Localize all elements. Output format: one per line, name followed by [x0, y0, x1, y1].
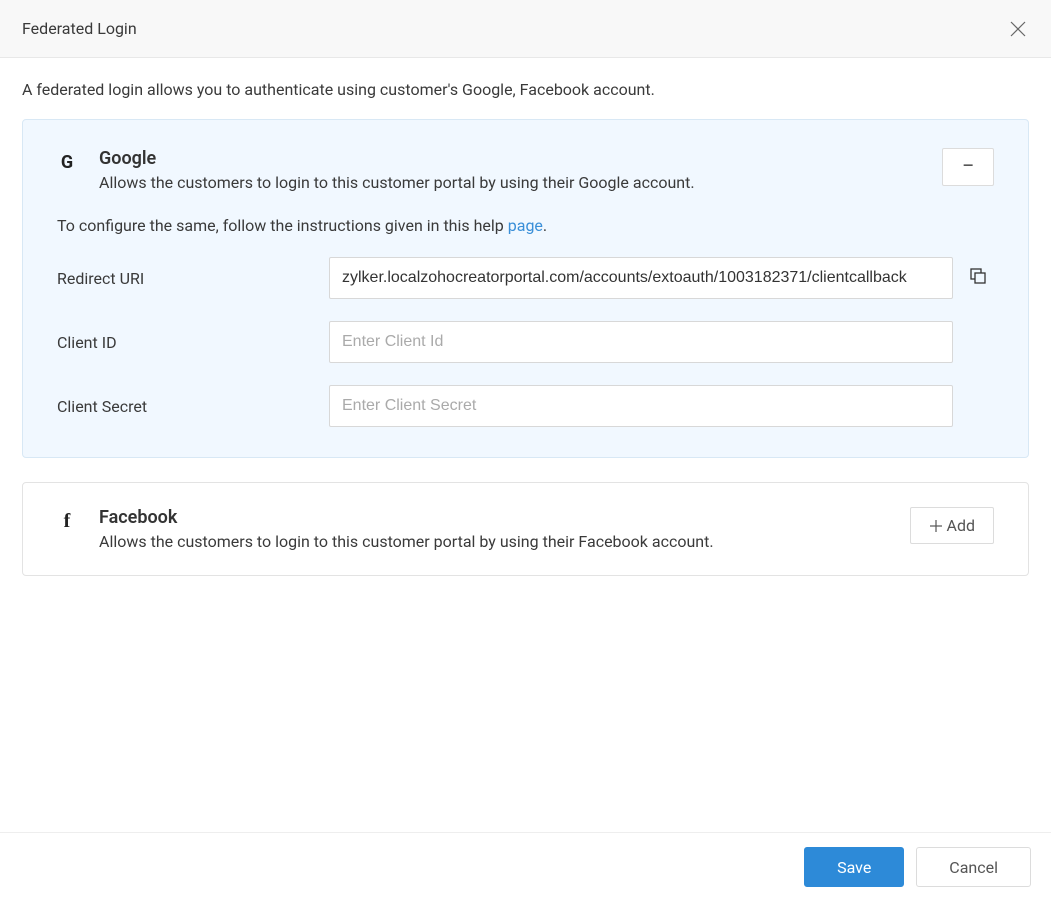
provider-info-facebook: Facebook Allows the customers to login t… [99, 507, 714, 551]
label-redirect-uri: Redirect URI [57, 269, 317, 288]
provider-desc-google: Allows the customers to login to this cu… [99, 173, 695, 192]
label-client-id: Client ID [57, 333, 317, 352]
row-client-id: Client ID [57, 321, 994, 363]
modal-header: Federated Login [0, 0, 1051, 58]
input-client-secret[interactable] [329, 385, 953, 427]
save-button[interactable]: Save [804, 847, 904, 887]
modal-content: A federated login allows you to authenti… [0, 58, 1051, 622]
provider-left-facebook: f Facebook Allows the customers to login… [57, 507, 714, 551]
add-button-facebook[interactable]: Add [910, 507, 994, 544]
label-client-secret: Client Secret [57, 397, 317, 416]
row-redirect-uri: Redirect URI [57, 257, 994, 299]
input-client-id[interactable] [329, 321, 953, 363]
input-redirect-uri[interactable] [329, 257, 953, 299]
modal-title: Federated Login [22, 19, 137, 38]
instruction-link[interactable]: page [508, 216, 543, 235]
row-client-secret: Client Secret [57, 385, 994, 427]
provider-info-google: Google Allows the customers to login to … [99, 148, 695, 192]
close-icon [1009, 20, 1027, 38]
facebook-icon: f [57, 511, 77, 531]
provider-left-google: G Google Allows the customers to login t… [57, 148, 695, 192]
collapse-button-google[interactable]: − [942, 148, 994, 186]
provider-title-google: Google [99, 148, 695, 169]
instruction-text: To configure the same, follow the instru… [57, 216, 994, 235]
provider-desc-facebook: Allows the customers to login to this cu… [99, 532, 714, 551]
cancel-button[interactable]: Cancel [916, 847, 1031, 887]
modal-footer: Save Cancel [0, 832, 1051, 901]
intro-text: A federated login allows you to authenti… [22, 80, 1029, 99]
provider-title-facebook: Facebook [99, 507, 714, 528]
close-button[interactable] [1003, 14, 1033, 44]
provider-head-google: G Google Allows the customers to login t… [57, 148, 994, 192]
instruction-prefix: To configure the same, follow the instru… [57, 216, 508, 235]
provider-card-google: G Google Allows the customers to login t… [22, 119, 1029, 458]
provider-card-facebook: f Facebook Allows the customers to login… [22, 482, 1029, 576]
instruction-suffix: . [543, 216, 547, 235]
minus-icon: − [962, 156, 975, 178]
copy-button[interactable] [965, 263, 991, 293]
copy-icon [969, 267, 987, 285]
provider-head-facebook: f Facebook Allows the customers to login… [57, 507, 994, 551]
google-icon: G [57, 152, 77, 172]
plus-icon [929, 519, 943, 533]
add-button-label: Add [947, 516, 975, 535]
